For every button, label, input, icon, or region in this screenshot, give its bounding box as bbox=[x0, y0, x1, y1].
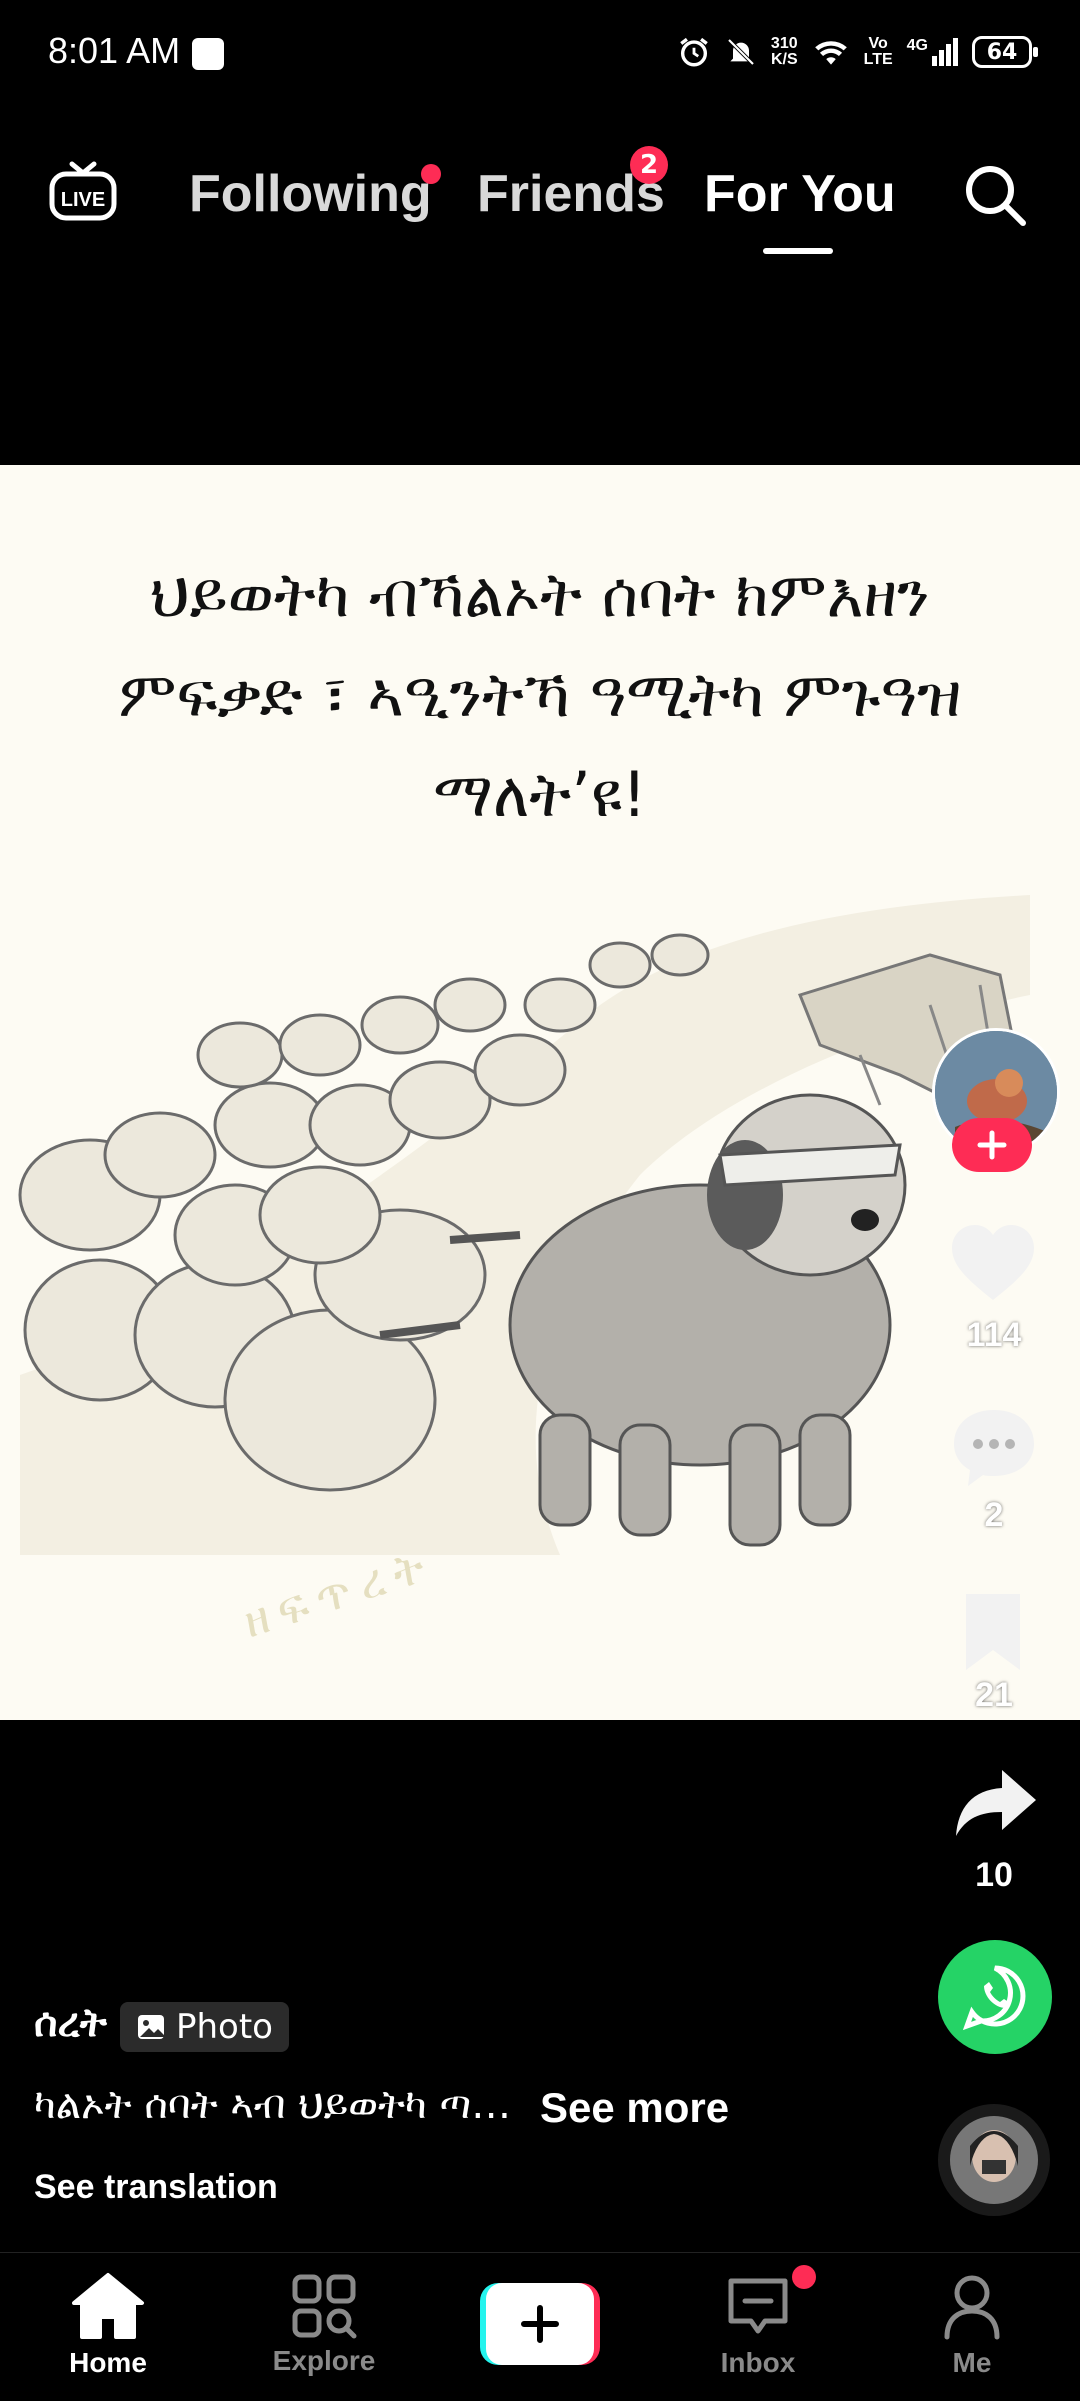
whatsapp-share-button[interactable] bbox=[938, 1940, 1052, 2054]
plus-icon bbox=[977, 1130, 1007, 1160]
post-image[interactable]: ህይወትካ ብኻልኦት ሰባት ክምእዘን ምፍቃድ ፣ ኣዒንትኻ ዓሚትካ … bbox=[0, 465, 1080, 1720]
like-heart-icon[interactable] bbox=[948, 1222, 1038, 1304]
nav-home[interactable]: Home bbox=[28, 2253, 188, 2401]
comment-count: 2 bbox=[984, 1496, 1004, 1534]
share-arrow-icon[interactable] bbox=[952, 1766, 1038, 1840]
status-time: 8:01 AM bbox=[48, 30, 181, 71]
save-count: 21 bbox=[975, 1676, 1013, 1714]
nav-explore-label: Explore bbox=[272, 2345, 376, 2376]
active-tab-indicator bbox=[763, 248, 833, 254]
nav-inbox-label: Inbox bbox=[720, 2347, 796, 2378]
bottom-nav: Home Explore Inbox Me bbox=[0, 2252, 1080, 2401]
post-username[interactable]: ሰረት bbox=[34, 2000, 107, 2046]
like-count: 114 bbox=[966, 1316, 1022, 1354]
photo-type-tag: Photo bbox=[120, 2002, 289, 2052]
image-text-line-1: ህይወትካ ብኻልኦት ሰባት ክምእዘን bbox=[150, 558, 930, 631]
nav-me[interactable]: Me bbox=[892, 2253, 1052, 2401]
profile-icon bbox=[944, 2275, 1000, 2340]
search-icon[interactable] bbox=[962, 162, 1030, 230]
sheep-illustration bbox=[18, 895, 1030, 1555]
tab-following[interactable]: Following bbox=[189, 164, 432, 224]
nav-home-label: Home bbox=[69, 2347, 147, 2378]
music-avatar-image bbox=[950, 2116, 1038, 2204]
music-disc[interactable] bbox=[938, 2104, 1050, 2216]
photo-tag-label: Photo bbox=[176, 2007, 273, 2047]
see-translation-link[interactable]: See translation bbox=[34, 2168, 278, 2207]
live-tv-icon: LIVE bbox=[49, 161, 117, 221]
nav-me-label: Me bbox=[952, 2347, 992, 2378]
explore-grid-icon bbox=[292, 2274, 357, 2339]
net-speed: 310 K/S bbox=[770, 35, 798, 68]
follow-button[interactable] bbox=[952, 1118, 1032, 1172]
signal-icon: 4G bbox=[907, 38, 958, 66]
notification-icon bbox=[192, 38, 224, 70]
share-count: 10 bbox=[975, 1856, 1013, 1894]
inbox-new-dot bbox=[792, 2265, 816, 2289]
bookmark-icon[interactable] bbox=[960, 1590, 1026, 1674]
inbox-icon bbox=[728, 2278, 788, 2334]
whatsapp-icon bbox=[962, 1965, 1026, 2031]
status-icons: 310 K/S Vo LTE 4G 64 bbox=[677, 26, 1038, 78]
volte-indicator: Vo LTE bbox=[863, 35, 893, 68]
top-nav: LIVE Following Friends 2 For You bbox=[0, 146, 1080, 254]
alarm-icon bbox=[680, 37, 708, 67]
svg-text:LIVE: LIVE bbox=[61, 189, 105, 211]
live-button[interactable]: LIVE bbox=[48, 158, 118, 224]
post-description[interactable]: ካልኦት ሰባት ኣብ ህይወትካ ጣ… bbox=[34, 2082, 511, 2128]
battery-icon: 64 bbox=[972, 36, 1038, 68]
home-icon bbox=[72, 2273, 144, 2339]
mute-bell-icon bbox=[727, 38, 755, 66]
plus-icon bbox=[521, 2305, 559, 2343]
image-text-line-2: ምፍቃድ ፣ ኣዒንትኻ ዓሚትካ ምጉዓዝ bbox=[118, 658, 962, 731]
see-more-link[interactable]: See more bbox=[540, 2084, 729, 2132]
image-text-line-3: ማለት’ዩ! bbox=[433, 758, 647, 831]
tab-for-you[interactable]: For You bbox=[704, 164, 896, 224]
wifi-icon bbox=[814, 41, 847, 65]
comment-icon[interactable] bbox=[950, 1406, 1038, 1490]
nav-explore[interactable]: Explore bbox=[244, 2253, 404, 2401]
following-new-dot bbox=[421, 164, 441, 184]
friends-badge: 2 bbox=[630, 146, 668, 184]
create-post-button[interactable] bbox=[480, 2283, 600, 2365]
photo-icon bbox=[138, 2015, 164, 2039]
